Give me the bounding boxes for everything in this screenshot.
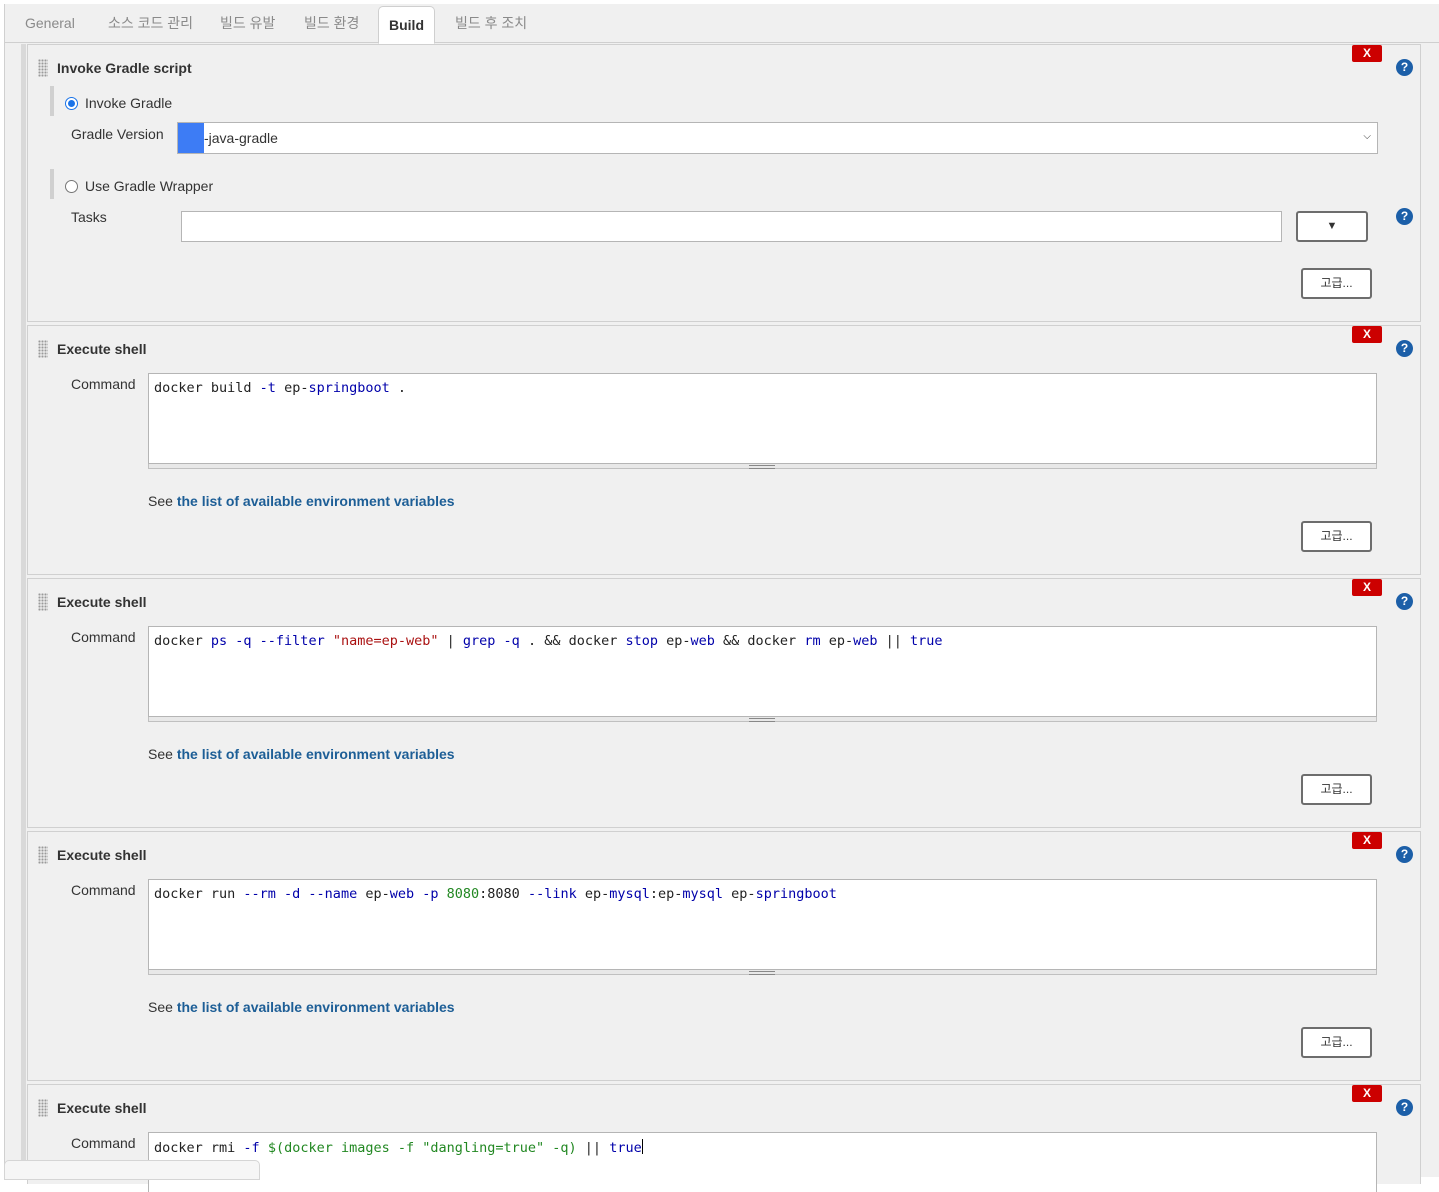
help-icon[interactable]: ?	[1396, 593, 1413, 610]
radio-block-bar	[50, 86, 54, 116]
drag-handle-icon[interactable]	[38, 59, 48, 77]
text-cursor	[641, 1139, 643, 1154]
gradle-version-label: Gradle Version	[71, 126, 164, 142]
command-textarea[interactable]: docker rmi -f $(docker images -f "dangli…	[148, 1132, 1377, 1192]
drag-handle-icon[interactable]	[38, 340, 48, 358]
shell-step: Execute shell X ? Command docker build -…	[27, 325, 1421, 575]
tab-source-code[interactable]: 소스 코드 관리	[108, 4, 193, 43]
job-config-frame: General 소스 코드 관리 빌드 유발 빌드 환경 Build 빌드 후 …	[4, 4, 1439, 1192]
command-textarea[interactable]: docker build -t ep-springboot .	[148, 373, 1377, 464]
textarea-resize-handle[interactable]	[148, 464, 1377, 469]
advanced-button[interactable]: 고급...	[1301, 1027, 1372, 1058]
env-vars-link[interactable]: the list of available environment variab…	[177, 746, 455, 762]
command-textarea[interactable]: docker ps -q --filter "name=ep-web" | gr…	[148, 626, 1377, 717]
env-vars-note: See the list of available environment va…	[148, 746, 455, 762]
gradle-wrapper-option[interactable]: Use Gradle Wrapper	[65, 178, 213, 194]
config-tab-bar: General 소스 코드 관리 빌드 유발 빌드 환경 Build 빌드 후 …	[5, 4, 1439, 44]
drag-handle-icon[interactable]	[38, 846, 48, 864]
command-label: Command	[71, 629, 136, 645]
shell-step: Execute shell X ? Command docker run --r…	[27, 831, 1421, 1081]
tab-build-env[interactable]: 빌드 환경	[304, 4, 359, 43]
textarea-resize-handle[interactable]	[148, 970, 1377, 975]
tab-build[interactable]: Build	[378, 6, 435, 44]
radio-block-bar	[50, 169, 54, 199]
bottom-bar	[4, 1160, 260, 1180]
tasks-label: Tasks	[71, 209, 107, 225]
delete-step-button[interactable]: X	[1352, 326, 1382, 343]
delete-step-button[interactable]: X	[1352, 1085, 1382, 1102]
env-vars-note: See the list of available environment va…	[148, 493, 455, 509]
help-icon[interactable]: ?	[1396, 59, 1413, 76]
invoke-gradle-label: Invoke Gradle	[85, 95, 173, 111]
gradle-step: Invoke Gradle script X ? Invoke Gradle G…	[27, 44, 1421, 322]
build-steps-left-bar	[21, 44, 26, 1177]
advanced-button[interactable]: 고급...	[1301, 268, 1372, 299]
help-icon[interactable]: ?	[1396, 1099, 1413, 1116]
chevron-down-icon: ⌵	[1363, 131, 1371, 142]
invoke-gradle-option[interactable]: Invoke Gradle	[65, 95, 172, 111]
textarea-resize-handle[interactable]	[148, 717, 1377, 722]
env-vars-note: See the list of available environment va…	[148, 999, 455, 1015]
step-title: Invoke Gradle script	[57, 60, 192, 76]
gradle-wrapper-radio[interactable]	[65, 179, 78, 193]
tasks-expand-button[interactable]: ▼	[1296, 211, 1368, 242]
env-vars-link[interactable]: the list of available environment variab…	[177, 999, 455, 1015]
delete-step-button[interactable]: X	[1352, 45, 1382, 62]
advanced-button[interactable]: 고급...	[1301, 521, 1372, 552]
help-icon[interactable]: ?	[1396, 340, 1413, 357]
shell-step: Execute shell X ? Command docker ps -q -…	[27, 578, 1421, 828]
tab-post-build[interactable]: 빌드 후 조치	[455, 4, 527, 43]
drag-handle-icon[interactable]	[38, 1099, 48, 1117]
drag-handle-icon[interactable]	[38, 593, 48, 611]
help-icon[interactable]: ?	[1396, 208, 1413, 225]
command-label: Command	[71, 1135, 136, 1151]
gradle-version-value: -java-gradle	[204, 130, 278, 146]
tab-build-triggers[interactable]: 빌드 유발	[220, 4, 275, 43]
step-title: Execute shell	[57, 847, 147, 863]
gradle-version-select[interactable]: -java-gradle ⌵	[177, 122, 1378, 154]
selection-highlight	[178, 123, 204, 153]
delete-step-button[interactable]: X	[1352, 832, 1382, 849]
command-textarea[interactable]: docker run --rm -d --name ep-web -p 8080…	[148, 879, 1377, 970]
step-title: Execute shell	[57, 594, 147, 610]
advanced-button[interactable]: 고급...	[1301, 774, 1372, 805]
invoke-gradle-radio[interactable]	[65, 96, 78, 110]
command-label: Command	[71, 376, 136, 392]
delete-step-button[interactable]: X	[1352, 579, 1382, 596]
step-title: Execute shell	[57, 341, 147, 357]
step-title: Execute shell	[57, 1100, 147, 1116]
tasks-input[interactable]	[181, 211, 1282, 242]
env-vars-link[interactable]: the list of available environment variab…	[177, 493, 455, 509]
command-label: Command	[71, 882, 136, 898]
gradle-wrapper-label: Use Gradle Wrapper	[85, 178, 214, 194]
tab-general[interactable]: General	[25, 4, 75, 43]
help-icon[interactable]: ?	[1396, 846, 1413, 863]
